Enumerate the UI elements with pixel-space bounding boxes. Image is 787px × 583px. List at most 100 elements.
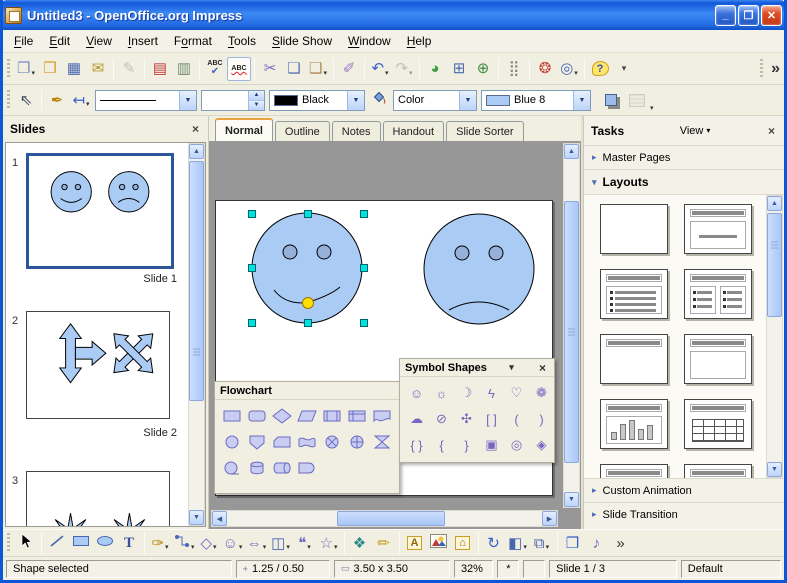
alignment-button[interactable]: ◧▾	[506, 531, 530, 555]
navigator-button[interactable]: ❂	[533, 57, 557, 81]
flowchart-sequential-access-button[interactable]	[219, 455, 244, 481]
scroll-down-icon[interactable]: ▼	[767, 462, 782, 477]
section-master-pages[interactable]: ▸ Master Pages	[584, 145, 784, 169]
export-pdf-button[interactable]: ▤	[148, 57, 172, 81]
insert-table-button[interactable]: ⊞	[447, 57, 471, 81]
curve-dropdown-icon[interactable]: ▾	[165, 543, 169, 554]
undo-button[interactable]: ↶▾	[368, 57, 392, 81]
callouts-button[interactable]: ❝▾	[293, 531, 317, 555]
selection-handle[interactable]	[248, 264, 256, 272]
select-object-button[interactable]: ⇖	[14, 88, 38, 112]
basic-shapes-dropdown-icon[interactable]: ▾	[213, 543, 217, 554]
stars-button[interactable]: ☆▾	[317, 531, 341, 555]
connector-dropdown-icon[interactable]: ▾	[191, 543, 195, 554]
connector-button[interactable]: ▾	[172, 531, 197, 555]
menu-insert[interactable]: Insert	[120, 31, 166, 51]
select-button[interactable]	[14, 531, 38, 555]
flowchart-predefined-process-button[interactable]	[320, 403, 345, 429]
left-brace-button[interactable]: {	[429, 432, 454, 458]
tab-normal[interactable]: Normal	[215, 118, 273, 141]
gallery-button[interactable]: ⌂	[451, 531, 475, 555]
open-button[interactable]: ❒	[38, 57, 62, 81]
slide-thumbnail-3[interactable]	[26, 471, 170, 527]
send-mail-button[interactable]: ✉	[86, 57, 110, 81]
flower-button[interactable]: ❁	[529, 380, 554, 406]
alignment-dropdown-icon[interactable]: ▾	[523, 543, 527, 554]
new-button[interactable]: ❐▾	[14, 57, 38, 81]
right-bracket-button[interactable]: )	[529, 406, 554, 432]
flowchart-collate-button[interactable]	[370, 429, 395, 455]
toolbar-grip[interactable]	[7, 533, 10, 553]
save-button[interactable]: ▦	[62, 57, 86, 81]
canvas-vertical-scrollbar[interactable]: ▲ ▼	[563, 143, 580, 508]
rotate-button[interactable]: ↻	[482, 531, 506, 555]
scroll-down-icon[interactable]: ▼	[564, 492, 579, 507]
left-bracket-button[interactable]: (	[504, 406, 529, 432]
flowchart-document-button[interactable]	[370, 403, 395, 429]
redo-button[interactable]: ↷▾	[392, 57, 416, 81]
ellipse-button[interactable]	[93, 531, 117, 555]
selection-handle[interactable]	[360, 319, 368, 327]
minimize-button[interactable]: _	[715, 5, 736, 26]
area-fill-button[interactable]	[367, 88, 391, 112]
arrange-button[interactable]: ⧉▾	[530, 531, 554, 555]
flowchart-magnetic-disc-button[interactable]	[244, 455, 269, 481]
prohibited-button[interactable]: ⊘	[429, 406, 454, 432]
filter-button[interactable]	[625, 88, 649, 112]
layout-title-bullets[interactable]	[600, 269, 668, 319]
vertical-scroll-thumb[interactable]	[564, 201, 579, 463]
selection-handle[interactable]	[248, 319, 256, 327]
flowchart-decision-button[interactable]	[269, 403, 294, 429]
symbol-palette-close-icon[interactable]: ×	[536, 361, 549, 375]
flowchart-or-button[interactable]	[345, 429, 370, 455]
scroll-left-icon[interactable]: ◀	[212, 511, 227, 526]
menu-help[interactable]: Help	[399, 31, 440, 51]
block-arrows-button[interactable]: ⇔▾	[245, 531, 269, 555]
selection-handle[interactable]	[248, 210, 256, 218]
menu-view[interactable]: View	[78, 31, 120, 51]
line-color-combo[interactable]: Black▼	[269, 90, 365, 111]
title-bar[interactable]: Untitled3 - OpenOffice.org Impress _❐✕	[0, 0, 787, 30]
layout-title-only[interactable]	[600, 334, 668, 384]
copy-button[interactable]: ❏	[282, 57, 306, 81]
interaction-button[interactable]: ♪	[585, 531, 609, 555]
combo-dropdown-icon[interactable]: ▼	[459, 91, 476, 110]
scroll-up-icon[interactable]: ▲	[189, 144, 204, 159]
cursor-position-field[interactable]: + 1.25 / 0.50	[236, 560, 330, 578]
spin-up-icon[interactable]: ▲	[249, 91, 264, 101]
double-bracket-button[interactable]: [ ]	[479, 406, 504, 432]
more-buttons-icon[interactable]: »	[771, 60, 780, 78]
toolbar-options-icon[interactable]: ▾	[650, 104, 654, 115]
symbol-shapes-button[interactable]: ☺▾	[221, 531, 245, 555]
scroll-up-icon[interactable]: ▲	[767, 196, 782, 211]
edit-points-button[interactable]: ❖	[348, 531, 372, 555]
selection-handle[interactable]	[304, 319, 312, 327]
tab-outline[interactable]: Outline	[275, 121, 330, 141]
canvas-horizontal-scrollbar[interactable]: ◀ ▶	[211, 510, 558, 527]
lightning-bolt-button[interactable]: ϟ	[479, 380, 504, 406]
text-button[interactable]: T	[117, 531, 141, 555]
menu-tools[interactable]: Tools	[220, 31, 264, 51]
puzzle-button[interactable]: ✣	[454, 406, 479, 432]
layouts-scrollbar[interactable]: ▲ ▼	[766, 195, 783, 478]
undo-dropdown-icon[interactable]: ▾	[385, 69, 389, 80]
rectangle-button[interactable]	[69, 531, 93, 555]
arrange-dropdown-icon[interactable]: ▾	[546, 543, 550, 554]
layouts-scroll-thumb[interactable]	[767, 213, 782, 317]
selection-handle[interactable]	[304, 210, 312, 218]
layout-title-two-content[interactable]	[684, 269, 752, 319]
callouts-dropdown-icon[interactable]: ▾	[307, 543, 311, 554]
flowchart-dropdown-icon[interactable]: ▾	[286, 543, 290, 554]
sun-button[interactable]: ☼	[429, 380, 454, 406]
horizontal-scroll-thumb[interactable]	[337, 511, 445, 526]
tab-slide-sorter[interactable]: Slide Sorter	[446, 121, 523, 141]
print-button[interactable]: ▥	[172, 57, 196, 81]
flowchart-card-button[interactable]	[269, 429, 294, 455]
zoom-button[interactable]: ◎▾	[557, 57, 581, 81]
redo-dropdown-icon[interactable]: ▾	[409, 69, 413, 80]
insert-chart-button[interactable]: ◕	[423, 57, 447, 81]
flowchart-delay-button[interactable]	[294, 455, 319, 481]
smiley-face-button[interactable]: ☺	[404, 380, 429, 406]
scroll-up-icon[interactable]: ▲	[564, 144, 579, 159]
tasks-view-menu[interactable]: View ▾	[680, 125, 711, 137]
